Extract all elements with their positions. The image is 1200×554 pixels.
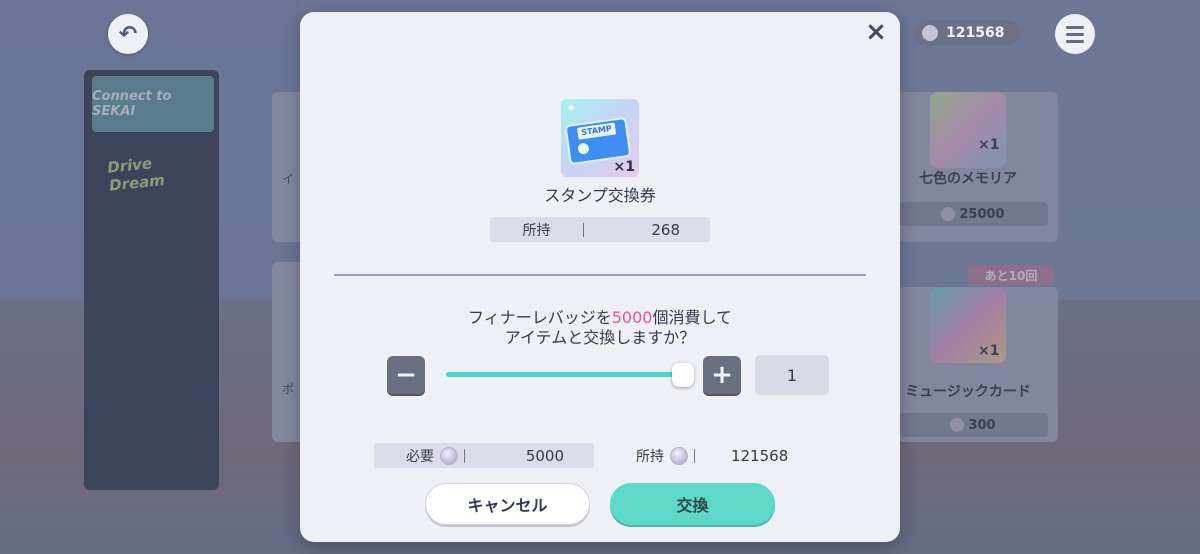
have-label: 所持 <box>636 448 664 465</box>
owned-count: 所持 268 <box>490 217 710 242</box>
stamp-label: STAMP <box>576 122 617 140</box>
have-value: 121568 <box>731 446 789 465</box>
divider <box>334 274 866 276</box>
smile-icon <box>577 142 590 155</box>
owned-label: 所持 <box>522 222 551 239</box>
quantity-input[interactable]: 1 <box>755 355 829 395</box>
item-quantity: ×1 <box>613 159 635 175</box>
menu-button[interactable] <box>1055 14 1095 54</box>
quantity-value: 1 <box>786 365 798 385</box>
finale-badge-icon <box>670 446 688 465</box>
minus-icon: − <box>395 360 417 390</box>
cancel-label: キャンセル <box>467 496 548 515</box>
stamp-card-graphic: STAMP <box>564 116 632 166</box>
close-icon: × <box>865 17 887 47</box>
required-label: 必要 <box>406 448 434 465</box>
question-part: フィナーレバッジを <box>468 308 612 327</box>
required-cost: 必要 5000 <box>374 443 594 468</box>
question-part: 個消費して <box>652 308 732 327</box>
cost-highlight: 5000 <box>611 308 653 327</box>
quantity-slider[interactable] <box>446 372 682 377</box>
question-line2: アイテムと交換しますか？ <box>504 328 696 347</box>
plus-icon: + <box>711 360 733 390</box>
decrease-button[interactable]: − <box>387 356 425 394</box>
currency-value: 121568 <box>946 25 1005 41</box>
back-arrow-icon: ↶ <box>118 21 138 47</box>
confirm-question: フィナーレバッジを5000個消費して アイテムと交換しますか？ <box>300 308 900 348</box>
cancel-button[interactable]: キャンセル <box>425 483 590 525</box>
back-button[interactable]: ↶ <box>108 14 148 54</box>
screen: Connect to SEKAI Drive Dream イ ポ ×1 七色のメ… <box>0 0 1200 554</box>
close-button[interactable]: × <box>862 17 890 47</box>
slider-handle[interactable] <box>672 363 694 387</box>
increase-button[interactable]: + <box>703 356 741 394</box>
owned-badges: 所持 121568 <box>630 443 830 468</box>
item-name: スタンプ交換券 <box>544 186 656 205</box>
stamp-ticket-icon: ✦ ✦ STAMP ×1 <box>561 99 639 177</box>
menu-icon-line <box>1066 39 1084 43</box>
required-value: 5000 <box>525 446 564 465</box>
exchange-label: 交換 <box>676 496 709 515</box>
owned-value: 268 <box>651 220 680 239</box>
separator <box>694 448 695 463</box>
exchange-dialog: × ✦ ✦ STAMP ×1 スタンプ交換券 所持 268 フィナーレバッジを5… <box>300 12 900 542</box>
coin-icon <box>922 25 938 41</box>
menu-icon-line <box>1066 25 1084 29</box>
sparkle-icon: ✦ <box>566 101 577 115</box>
finale-badge-icon <box>440 446 458 465</box>
menu-icon-line <box>1066 32 1084 36</box>
currency-display: 121568 <box>914 20 1020 46</box>
exchange-button[interactable]: 交換 <box>610 483 775 525</box>
